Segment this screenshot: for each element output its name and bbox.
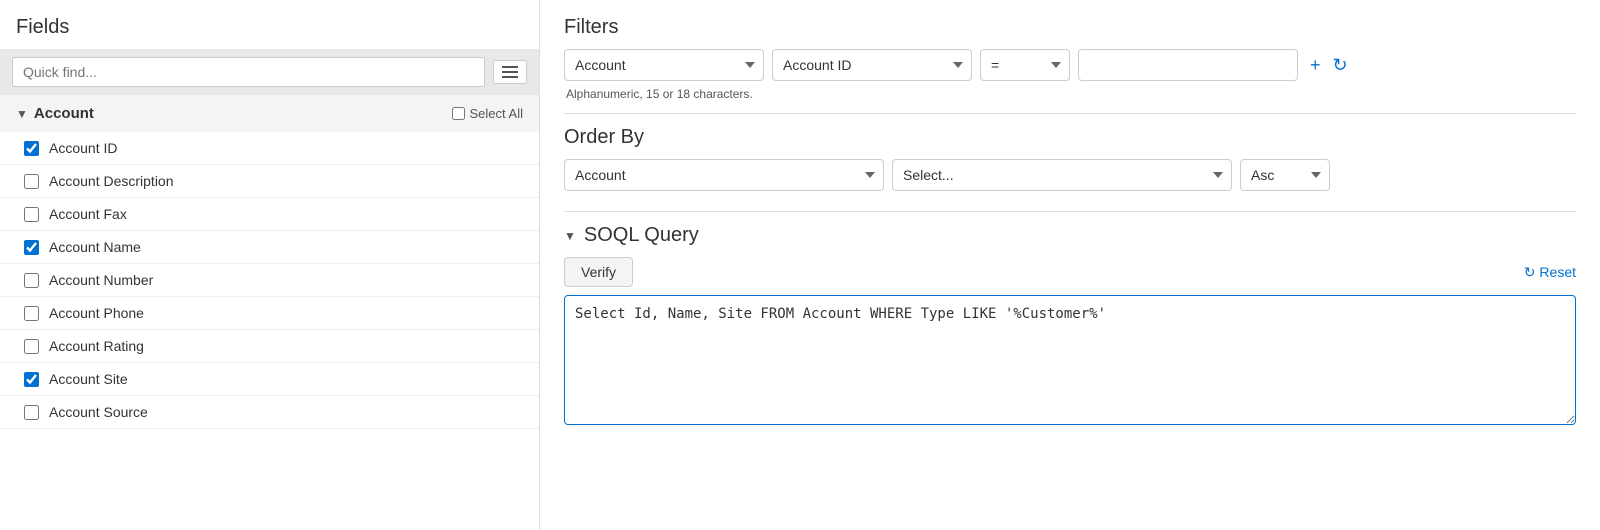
field-checkbox-f5[interactable] bbox=[24, 273, 39, 288]
orderby-title: Order By bbox=[564, 126, 1576, 159]
reset-icon: ↻ bbox=[1524, 264, 1536, 281]
filters-field-select[interactable]: Account ID Account Name Account Number bbox=[772, 49, 972, 81]
field-label: Account Rating bbox=[49, 338, 144, 354]
field-row: Account ID bbox=[0, 132, 539, 165]
fields-container: Account ID Account Description Account Fax… bbox=[0, 132, 539, 429]
field-checkbox-f2[interactable] bbox=[24, 174, 39, 189]
orderby-row: Account Contact Select... Account ID Acc… bbox=[564, 159, 1576, 199]
select-all-checkbox[interactable] bbox=[452, 107, 465, 120]
divider-2 bbox=[564, 211, 1576, 212]
add-filter-button[interactable]: + bbox=[1306, 51, 1325, 80]
account-group-label: Account bbox=[34, 105, 94, 122]
field-row: Account Description bbox=[0, 165, 539, 198]
field-label: Account Name bbox=[49, 239, 141, 255]
search-bar bbox=[0, 49, 539, 95]
field-label: Account Source bbox=[49, 404, 148, 420]
divider-1 bbox=[564, 113, 1576, 114]
field-row: Account Site bbox=[0, 363, 539, 396]
fields-list: ▼ Account Select All Account ID Account D… bbox=[0, 95, 539, 530]
filters-object-select[interactable]: Account Contact Opportunity bbox=[564, 49, 764, 81]
reset-button[interactable]: ↻ Reset bbox=[1524, 264, 1576, 281]
filters-title: Filters bbox=[564, 16, 1576, 49]
fields-panel: Fields ▼ Account Select All Acc bbox=[0, 0, 540, 530]
filter-actions: + ↻ bbox=[1306, 49, 1352, 80]
select-all-label[interactable]: Select All bbox=[452, 106, 523, 121]
field-row: Account Fax bbox=[0, 198, 539, 231]
field-label: Account Phone bbox=[49, 305, 144, 321]
menu-icon-button[interactable] bbox=[493, 60, 527, 84]
filter-hint: Alphanumeric, 15 or 18 characters. bbox=[564, 85, 1576, 101]
verify-button[interactable]: Verify bbox=[564, 257, 633, 287]
search-input[interactable] bbox=[12, 57, 485, 87]
orderby-field-select[interactable]: Select... Account ID Account Name bbox=[892, 159, 1232, 191]
field-checkbox-f7[interactable] bbox=[24, 339, 39, 354]
reset-label: Reset bbox=[1539, 264, 1576, 280]
field-row: Account Phone bbox=[0, 297, 539, 330]
field-row: Account Number bbox=[0, 264, 539, 297]
field-checkbox-f4[interactable] bbox=[24, 240, 39, 255]
field-checkbox-f3[interactable] bbox=[24, 207, 39, 222]
field-label: Account Description bbox=[49, 173, 174, 189]
field-label: Account Site bbox=[49, 371, 128, 387]
filter-value-input[interactable] bbox=[1078, 49, 1298, 81]
field-checkbox-f1[interactable] bbox=[24, 141, 39, 156]
field-label: Account ID bbox=[49, 140, 117, 156]
filters-row: Account Contact Opportunity Account ID A… bbox=[564, 49, 1576, 85]
account-group-header: ▼ Account Select All bbox=[0, 95, 539, 132]
hamburger-icon bbox=[502, 66, 518, 78]
refresh-filter-button[interactable]: ↻ bbox=[1329, 51, 1352, 80]
soql-title: SOQL Query bbox=[584, 224, 699, 247]
field-label: Account Fax bbox=[49, 206, 127, 222]
filters-operator-select[interactable]: = != < > LIKE bbox=[980, 49, 1070, 81]
field-label: Account Number bbox=[49, 272, 153, 288]
fields-title: Fields bbox=[0, 16, 539, 49]
soql-header: ▼ SOQL Query bbox=[564, 224, 1576, 257]
field-checkbox-f8[interactable] bbox=[24, 372, 39, 387]
field-row: Account Rating bbox=[0, 330, 539, 363]
field-row: Account Name bbox=[0, 231, 539, 264]
soql-chevron-icon: ▼ bbox=[564, 229, 576, 243]
soql-query-textarea[interactable] bbox=[564, 295, 1576, 425]
soql-actions-row: Verify ↻ Reset bbox=[564, 257, 1576, 295]
right-panel: Filters Account Contact Opportunity Acco… bbox=[540, 0, 1600, 530]
orderby-object-select[interactable]: Account Contact bbox=[564, 159, 884, 191]
field-checkbox-f6[interactable] bbox=[24, 306, 39, 321]
orderby-direction-select[interactable]: Asc Desc bbox=[1240, 159, 1330, 191]
field-row: Account Source bbox=[0, 396, 539, 429]
field-checkbox-f9[interactable] bbox=[24, 405, 39, 420]
chevron-down-icon: ▼ bbox=[16, 107, 28, 121]
